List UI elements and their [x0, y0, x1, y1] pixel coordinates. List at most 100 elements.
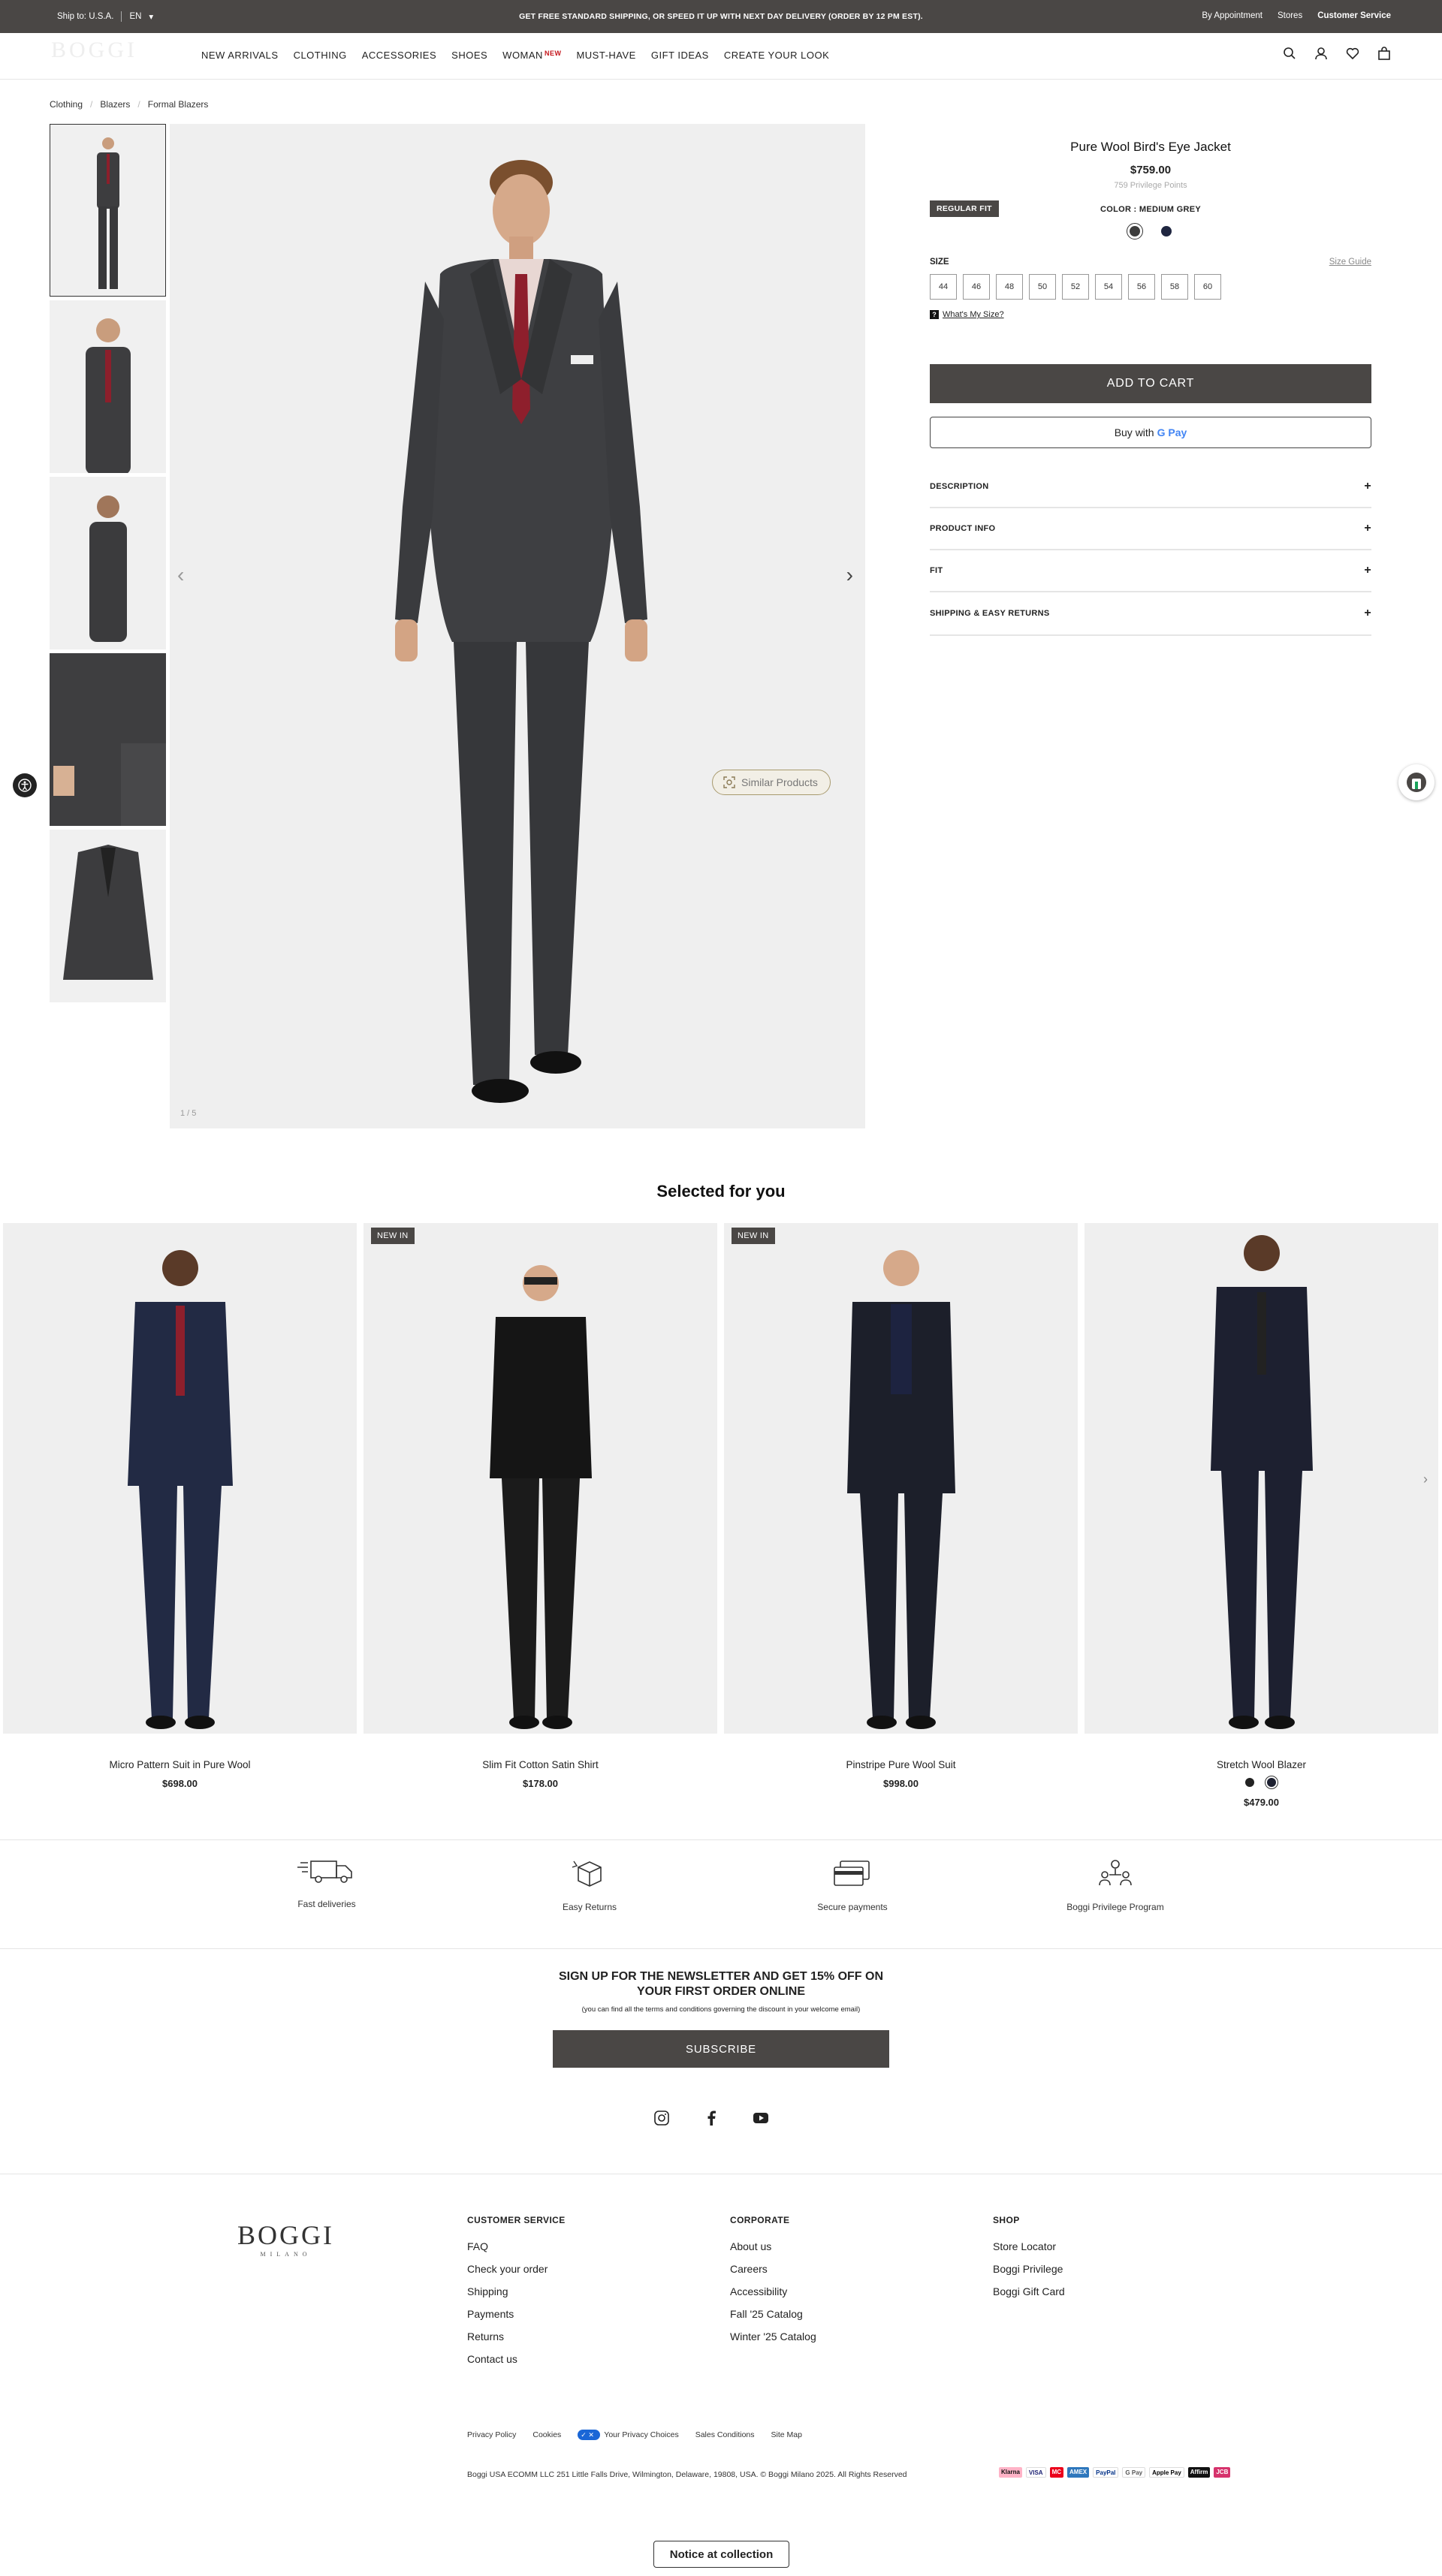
next-image-arrow[interactable]: › — [846, 563, 853, 587]
nav-item-must-have[interactable]: MUST-HAVE — [576, 50, 635, 61]
accordion-label[interactable]: FIT — [930, 566, 943, 575]
size-option[interactable]: 54 — [1095, 274, 1122, 300]
swatch-navy-selected[interactable] — [1264, 1776, 1278, 1789]
site-map-link[interactable]: Site Map — [771, 2430, 802, 2439]
nav-item-create-your-look[interactable]: CREATE YOUR LOOK — [724, 50, 829, 61]
privacy-choices-label[interactable]: Your Privacy Choices — [604, 2430, 678, 2439]
instagram-icon[interactable] — [653, 2110, 670, 2126]
size-guide-link[interactable]: Size Guide — [1329, 258, 1371, 267]
privacy-policy-link[interactable]: Privacy Policy — [467, 2430, 516, 2439]
youtube-icon[interactable] — [753, 2110, 769, 2126]
subscribe-button[interactable]: SUBSCRIBE — [553, 2030, 889, 2068]
footer-link-shipping[interactable]: Shipping — [467, 2285, 566, 2297]
brand-logo[interactable]: BOGGI — [51, 38, 137, 63]
size-option[interactable]: 50 — [1029, 274, 1056, 300]
nav-item-accessories[interactable]: ACCESSORIES — [362, 50, 436, 61]
thumbnail-jacket-flat[interactable] — [50, 830, 166, 1002]
product-card[interactable]: Micro Pattern Suit in Pure Wool $698.00 — [3, 1223, 357, 1808]
accordion-fit[interactable]: FIT + — [930, 550, 1371, 592]
product-card-image[interactable]: NEW IN — [724, 1223, 1078, 1734]
footer-link-privilege[interactable]: Boggi Privilege — [993, 2263, 1065, 2275]
size-option[interactable]: 58 — [1161, 274, 1188, 300]
footer-link-winter-catalog[interactable]: Winter '25 Catalog — [730, 2330, 816, 2343]
google-pay-button[interactable]: Buy with G Pay — [930, 417, 1371, 448]
thumbnail-front[interactable] — [50, 124, 166, 297]
accordion-shipping-returns[interactable]: SHIPPING & EASY RETURNS + — [930, 592, 1371, 634]
accordion-product-info[interactable]: PRODUCT INFO + — [930, 508, 1371, 550]
plus-icon[interactable]: + — [1364, 607, 1371, 620]
customer-service-link[interactable]: Customer Service — [1317, 11, 1391, 20]
swatch-medium-grey[interactable] — [1127, 223, 1143, 240]
add-to-cart-button[interactable]: ADD TO CART — [930, 364, 1371, 403]
swatch-navy[interactable] — [1158, 223, 1175, 240]
footer-logo-text[interactable]: BOGGI — [237, 2219, 334, 2251]
nav-item-gift-ideas[interactable]: GIFT IDEAS — [651, 50, 709, 61]
similar-products-label[interactable]: Similar Products — [741, 776, 818, 788]
main-product-image[interactable]: ‹ › 1 / 5 Similar Products — [170, 124, 865, 1128]
footer-link-store-locator[interactable]: Store Locator — [993, 2240, 1065, 2252]
sales-conditions-link[interactable]: Sales Conditions — [695, 2430, 755, 2439]
footer-link-contact[interactable]: Contact us — [467, 2353, 566, 2365]
thumbnail-back[interactable] — [50, 477, 166, 649]
footer-link-fall-catalog[interactable]: Fall '25 Catalog — [730, 2308, 816, 2320]
notice-at-collection-button[interactable]: Notice at collection — [653, 2541, 789, 2568]
cookies-link[interactable]: Cookies — [532, 2430, 561, 2439]
product-card-name[interactable]: Pinstripe Pure Wool Suit — [724, 1759, 1078, 1770]
product-card-name[interactable]: Micro Pattern Suit in Pure Wool — [3, 1759, 357, 1770]
product-card[interactable]: NEW IN Slim Fit Cotton Satin Shirt $178.… — [364, 1223, 717, 1808]
nav-item-shoes[interactable]: SHOES — [451, 50, 487, 61]
thumbnail-closeup[interactable] — [50, 300, 166, 473]
product-card[interactable]: NEW IN Pinstripe Pure Wool Suit $998.00 — [724, 1223, 1078, 1808]
size-option[interactable]: 56 — [1128, 274, 1155, 300]
size-option[interactable]: 60 — [1194, 274, 1221, 300]
by-appointment-link[interactable]: By Appointment — [1202, 11, 1263, 20]
accessibility-icon[interactable] — [13, 773, 37, 797]
footer-link-about[interactable]: About us — [730, 2240, 816, 2252]
thumbnail-sleeve-detail[interactable] — [50, 653, 166, 826]
accordion-label[interactable]: PRODUCT INFO — [930, 524, 995, 533]
carousel-next-arrow[interactable]: › — [1423, 1472, 1428, 1487]
privacy-choices-link[interactable]: ✓ ✕ Your Privacy Choices — [578, 2430, 679, 2440]
accordion-label[interactable]: DESCRIPTION — [930, 482, 988, 491]
footer-logo[interactable]: BOGGI MILANO — [237, 2219, 334, 2258]
breadcrumb-blazers[interactable]: Blazers — [100, 99, 130, 110]
account-icon[interactable] — [1314, 47, 1328, 60]
search-icon[interactable] — [1283, 47, 1296, 60]
size-option[interactable]: 52 — [1062, 274, 1089, 300]
footer-link-check-order[interactable]: Check your order — [467, 2263, 566, 2275]
footer-link-faq[interactable]: FAQ — [467, 2240, 566, 2252]
product-card-image[interactable]: NEW IN — [364, 1223, 717, 1734]
product-card-image[interactable] — [1085, 1223, 1438, 1734]
product-card-name[interactable]: Stretch Wool Blazer — [1085, 1759, 1438, 1770]
plus-icon[interactable]: + — [1364, 480, 1371, 493]
nav-item-clothing[interactable]: CLOTHING — [294, 50, 347, 61]
nav-item-woman-label[interactable]: WOMAN — [502, 50, 543, 61]
product-card[interactable]: Stretch Wool Blazer $479.00 — [1085, 1223, 1438, 1808]
similar-products-button[interactable]: Similar Products — [712, 770, 831, 795]
nav-item-new-arrivals[interactable]: NEW ARRIVALS — [201, 50, 279, 61]
stores-link[interactable]: Stores — [1278, 11, 1302, 20]
footer-link-accessibility[interactable]: Accessibility — [730, 2285, 816, 2297]
previous-image-arrow[interactable]: ‹ — [177, 563, 184, 587]
wishlist-icon[interactable] — [1346, 47, 1359, 60]
breadcrumb-clothing[interactable]: Clothing — [50, 99, 83, 110]
accordion-description[interactable]: DESCRIPTION + — [930, 466, 1371, 508]
bag-icon[interactable] — [1377, 47, 1391, 60]
size-option[interactable]: 44 — [930, 274, 957, 300]
facebook-icon[interactable] — [703, 2110, 719, 2126]
nav-item-woman[interactable]: WOMAN NEW — [502, 50, 561, 61]
swatch-black[interactable] — [1244, 1778, 1254, 1787]
size-option[interactable]: 48 — [996, 274, 1023, 300]
breadcrumb-formal-blazers[interactable]: Formal Blazers — [148, 99, 209, 110]
chat-assistant-icon[interactable] — [1398, 764, 1434, 800]
footer-link-gift-card[interactable]: Boggi Gift Card — [993, 2285, 1065, 2297]
footer-link-payments[interactable]: Payments — [467, 2308, 566, 2320]
footer-link-returns[interactable]: Returns — [467, 2330, 566, 2343]
product-card-name[interactable]: Slim Fit Cotton Satin Shirt — [364, 1759, 717, 1770]
footer-link-careers[interactable]: Careers — [730, 2263, 816, 2275]
product-card-image[interactable] — [3, 1223, 357, 1734]
plus-icon[interactable]: + — [1364, 564, 1371, 577]
plus-icon[interactable]: + — [1364, 522, 1371, 535]
size-option[interactable]: 46 — [963, 274, 990, 300]
whats-my-size-label[interactable]: What's My Size? — [943, 310, 1004, 319]
